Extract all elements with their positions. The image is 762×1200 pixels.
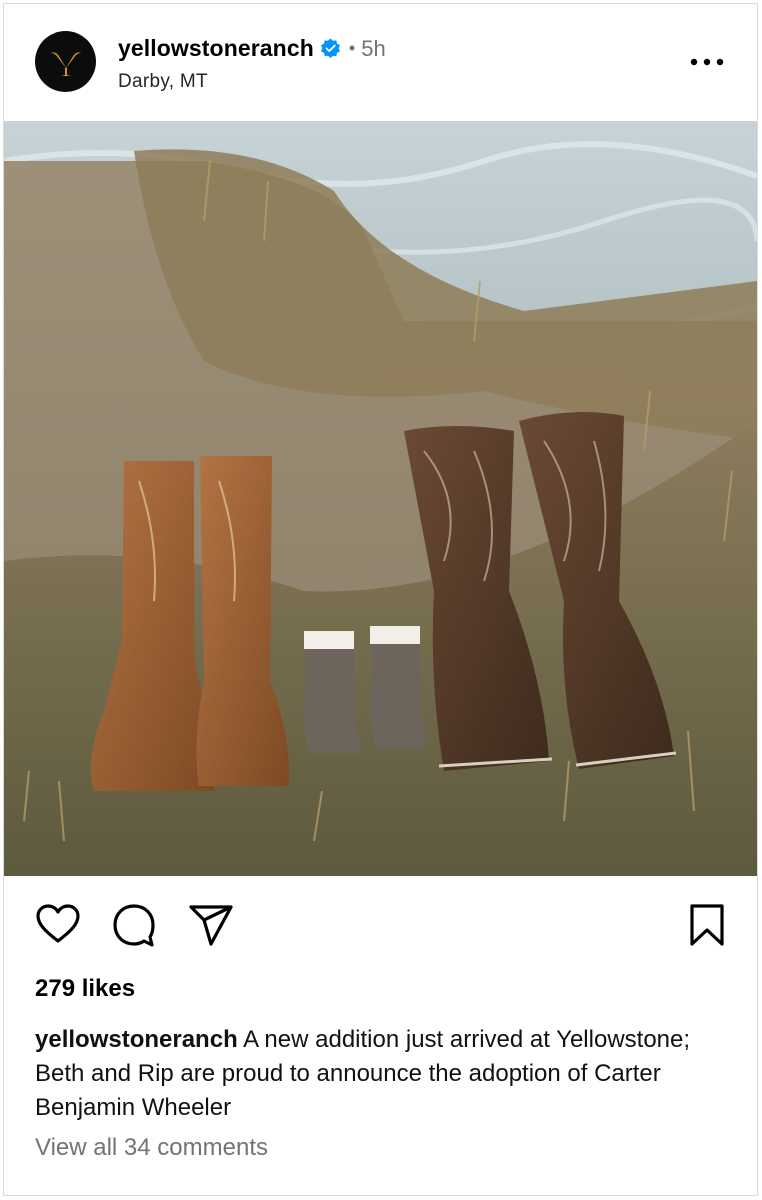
view-comments-link[interactable]: View all 34 comments — [35, 1134, 268, 1162]
more-options-icon[interactable] — [689, 53, 725, 71]
separator-dot: • — [348, 38, 356, 58]
share-icon[interactable] — [188, 902, 234, 948]
avatar[interactable] — [35, 31, 96, 92]
action-bar — [4, 892, 757, 952]
username[interactable]: yellowstoneranch — [118, 35, 314, 62]
likes-count[interactable]: 279 likes — [35, 975, 135, 1003]
user-line: yellowstoneranch • 5h — [118, 35, 386, 62]
post-time[interactable]: 5h — [361, 36, 385, 62]
yellowstone-logo-icon — [50, 51, 81, 76]
heart-icon[interactable] — [35, 902, 81, 948]
caption-username[interactable]: yellowstoneranch — [35, 1026, 238, 1053]
post-header: yellowstoneranch • 5h Darby, MT — [4, 4, 757, 121]
post-location[interactable]: Darby, MT — [118, 71, 208, 93]
instagram-post: yellowstoneranch • 5h Darby, MT 279 like… — [3, 3, 758, 1196]
bookmark-icon[interactable] — [684, 902, 730, 948]
comment-icon[interactable] — [111, 902, 157, 948]
post-image[interactable] — [4, 121, 757, 876]
verified-badge-icon — [320, 38, 340, 58]
caption: yellowstoneranch A new addition just arr… — [35, 1023, 715, 1125]
